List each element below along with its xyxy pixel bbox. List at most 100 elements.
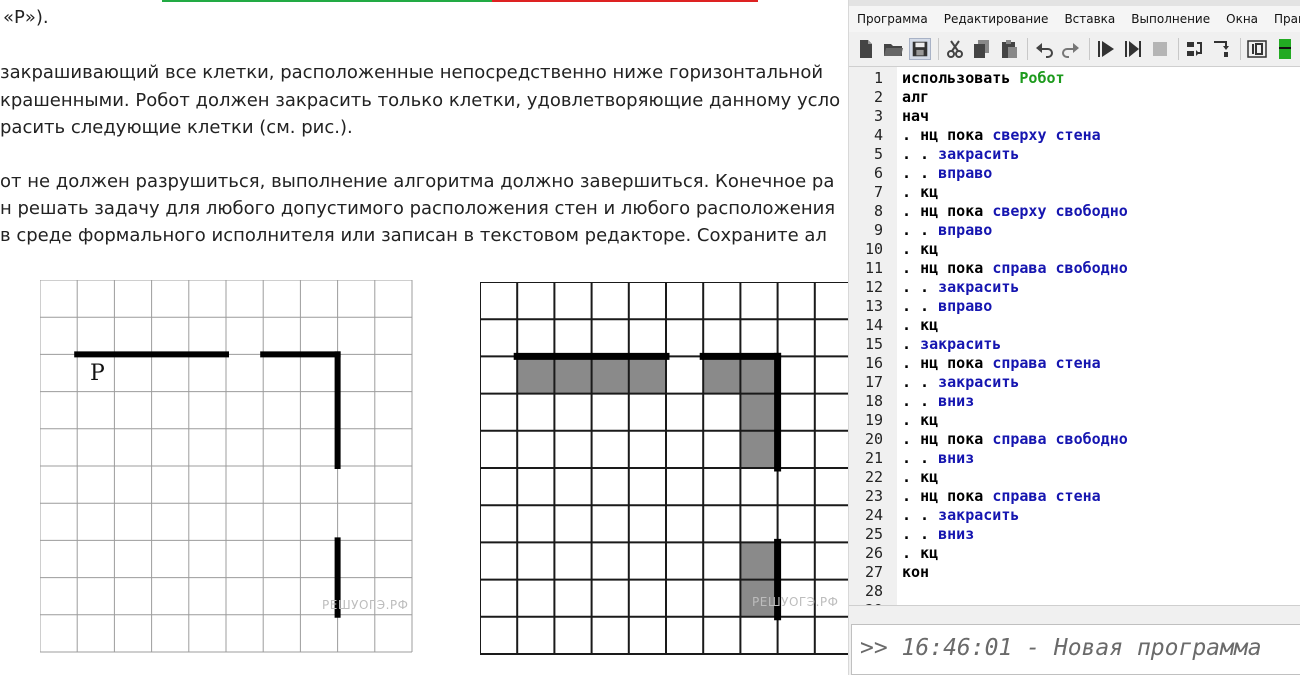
code-token: кц <box>920 316 939 334</box>
run-button[interactable] <box>1095 38 1117 60</box>
copy-button[interactable] <box>971 38 993 60</box>
green-panel-button[interactable] <box>1273 38 1295 60</box>
step-over-button[interactable] <box>1184 38 1206 60</box>
code-text: . . вниз <box>902 525 974 544</box>
new-file-button[interactable] <box>855 38 877 60</box>
code-line[interactable]: 6 . . вправо <box>849 164 1300 183</box>
task-text-line: в среде формального исполнителя или запи… <box>0 225 827 246</box>
code-token: . . <box>902 506 939 524</box>
line-number: 3 <box>873 107 883 125</box>
code-token: . <box>902 335 921 353</box>
code-token: справа свободно <box>992 430 1128 448</box>
code-text: . кц <box>902 316 938 335</box>
redo-icon <box>1062 43 1079 58</box>
open-folder-button[interactable] <box>882 38 904 60</box>
line-number: 2 <box>873 88 883 106</box>
console-message: >> 16:46:01 - Новая программа <box>860 635 1262 661</box>
panel-splitter[interactable] <box>849 606 1300 624</box>
code-line[interactable]: 28 <box>849 582 1300 601</box>
line-number: 23 <box>864 487 883 505</box>
line-number: 1 <box>873 69 883 87</box>
code-text: кон <box>902 563 929 582</box>
menu-run[interactable]: Выполнение <box>1123 12 1218 26</box>
code-line[interactable]: 5 . . закрасить <box>849 145 1300 164</box>
code-token: справа стена <box>992 487 1101 505</box>
line-number: 26 <box>864 544 883 562</box>
code-line[interactable]: 14. кц <box>849 316 1300 335</box>
line-number: 28 <box>864 582 883 600</box>
code-editor[interactable]: 1 использовать Робот 2 алг 3 нач 4. нц пока св… <box>849 66 1300 606</box>
code-token: справа свободно <box>992 259 1128 277</box>
code-line[interactable]: 11. нц пока справа свободно <box>849 259 1300 278</box>
save-button[interactable] <box>909 38 931 60</box>
code-text: . . вниз <box>902 392 974 411</box>
menu-edit[interactable]: Редактирование <box>936 12 1057 26</box>
code-text: . . закрасить <box>902 278 1019 297</box>
code-line[interactable]: 8. нц пока сверху свободно <box>849 202 1300 221</box>
code-line[interactable]: 17 . . закрасить <box>849 373 1300 392</box>
redo-button[interactable] <box>1060 38 1082 60</box>
code-line[interactable]: 12 . . закрасить <box>849 278 1300 297</box>
paste-button[interactable] <box>998 38 1020 60</box>
code-line[interactable]: 7 . кц <box>849 183 1300 202</box>
menu-practicum[interactable]: Практикум <box>1266 12 1300 26</box>
menu-windows[interactable]: Окна <box>1218 12 1266 26</box>
undo-button[interactable] <box>1033 38 1055 60</box>
code-token: вниз <box>938 525 975 543</box>
watermark: РЕШУОГЭ.РФ <box>752 595 839 609</box>
code-token: кц <box>920 544 939 562</box>
menu-program[interactable]: Программа <box>849 12 936 26</box>
copy-icon <box>974 40 989 58</box>
code-token: сверху свободно <box>992 202 1128 220</box>
code-line[interactable]: 19. кц <box>849 411 1300 430</box>
display-button[interactable] <box>1246 38 1268 60</box>
code-text: . нц пока справа свободно <box>902 259 1128 278</box>
code-text: . кц <box>902 183 938 202</box>
code-line[interactable]: 13 . . вправо <box>849 297 1300 316</box>
code-line[interactable]: 20. нц пока справа свободно <box>849 430 1300 449</box>
code-token: нц пока <box>920 202 993 220</box>
code-line[interactable]: 3 нач <box>849 107 1300 126</box>
line-number: 12 <box>864 278 883 296</box>
painted-cell <box>703 356 741 394</box>
highlight-red <box>492 0 758 2</box>
line-number: 7 <box>873 183 883 201</box>
code-token: . <box>902 468 921 486</box>
code-line[interactable]: 16 . нц пока справа стена <box>849 354 1300 373</box>
code-line[interactable]: 27 кон <box>849 563 1300 582</box>
code-line[interactable]: 9 . . вправо <box>849 221 1300 240</box>
code-token: нц пока <box>920 126 993 144</box>
code-line[interactable]: 24 . . закрасить <box>849 506 1300 525</box>
code-line[interactable]: 25 . . вниз <box>849 525 1300 544</box>
code-line[interactable]: 26. кц <box>849 544 1300 563</box>
code-token: сверху стена <box>992 126 1101 144</box>
menu-insert[interactable]: Вставка <box>1056 12 1123 26</box>
cut-icon <box>947 40 963 58</box>
code-text: . . вправо <box>902 164 992 183</box>
toolbar-separator <box>938 38 939 60</box>
painted-cell <box>517 356 555 394</box>
code-line[interactable]: 21 . . вниз <box>849 449 1300 468</box>
code-line[interactable]: 18 . . вниз <box>849 392 1300 411</box>
code-token: нц пока <box>920 487 993 505</box>
code-line[interactable]: 1 использовать Робот <box>849 69 1300 88</box>
code-line[interactable]: 2 алг <box>849 88 1300 107</box>
stop-button[interactable] <box>1149 38 1171 60</box>
code-line[interactable]: 23. нц пока справа стена <box>849 487 1300 506</box>
task-text-line: от не должен разрушиться, выполнение алг… <box>0 171 835 192</box>
code-line[interactable]: 15. закрасить <box>849 335 1300 354</box>
code-line[interactable]: 22. кц <box>849 468 1300 487</box>
new-file-icon <box>860 40 872 58</box>
result-field-figure: РЕШУОГЭ.РФ <box>479 281 848 662</box>
line-number: 16 <box>864 354 883 372</box>
code-token: . <box>902 240 921 258</box>
code-line[interactable]: 4. нц пока сверху стена <box>849 126 1300 145</box>
cut-button[interactable] <box>944 38 966 60</box>
code-token: вправо <box>938 164 993 182</box>
code-area[interactable]: 1 использовать Робот 2 алг 3 нач 4. нц пока св… <box>849 69 1300 605</box>
code-text: . нц пока справа стена <box>902 354 1101 373</box>
step-run-button[interactable] <box>1122 38 1144 60</box>
code-line[interactable]: 10. кц <box>849 240 1300 259</box>
code-token: . <box>902 316 921 334</box>
step-into-button[interactable] <box>1211 38 1233 60</box>
